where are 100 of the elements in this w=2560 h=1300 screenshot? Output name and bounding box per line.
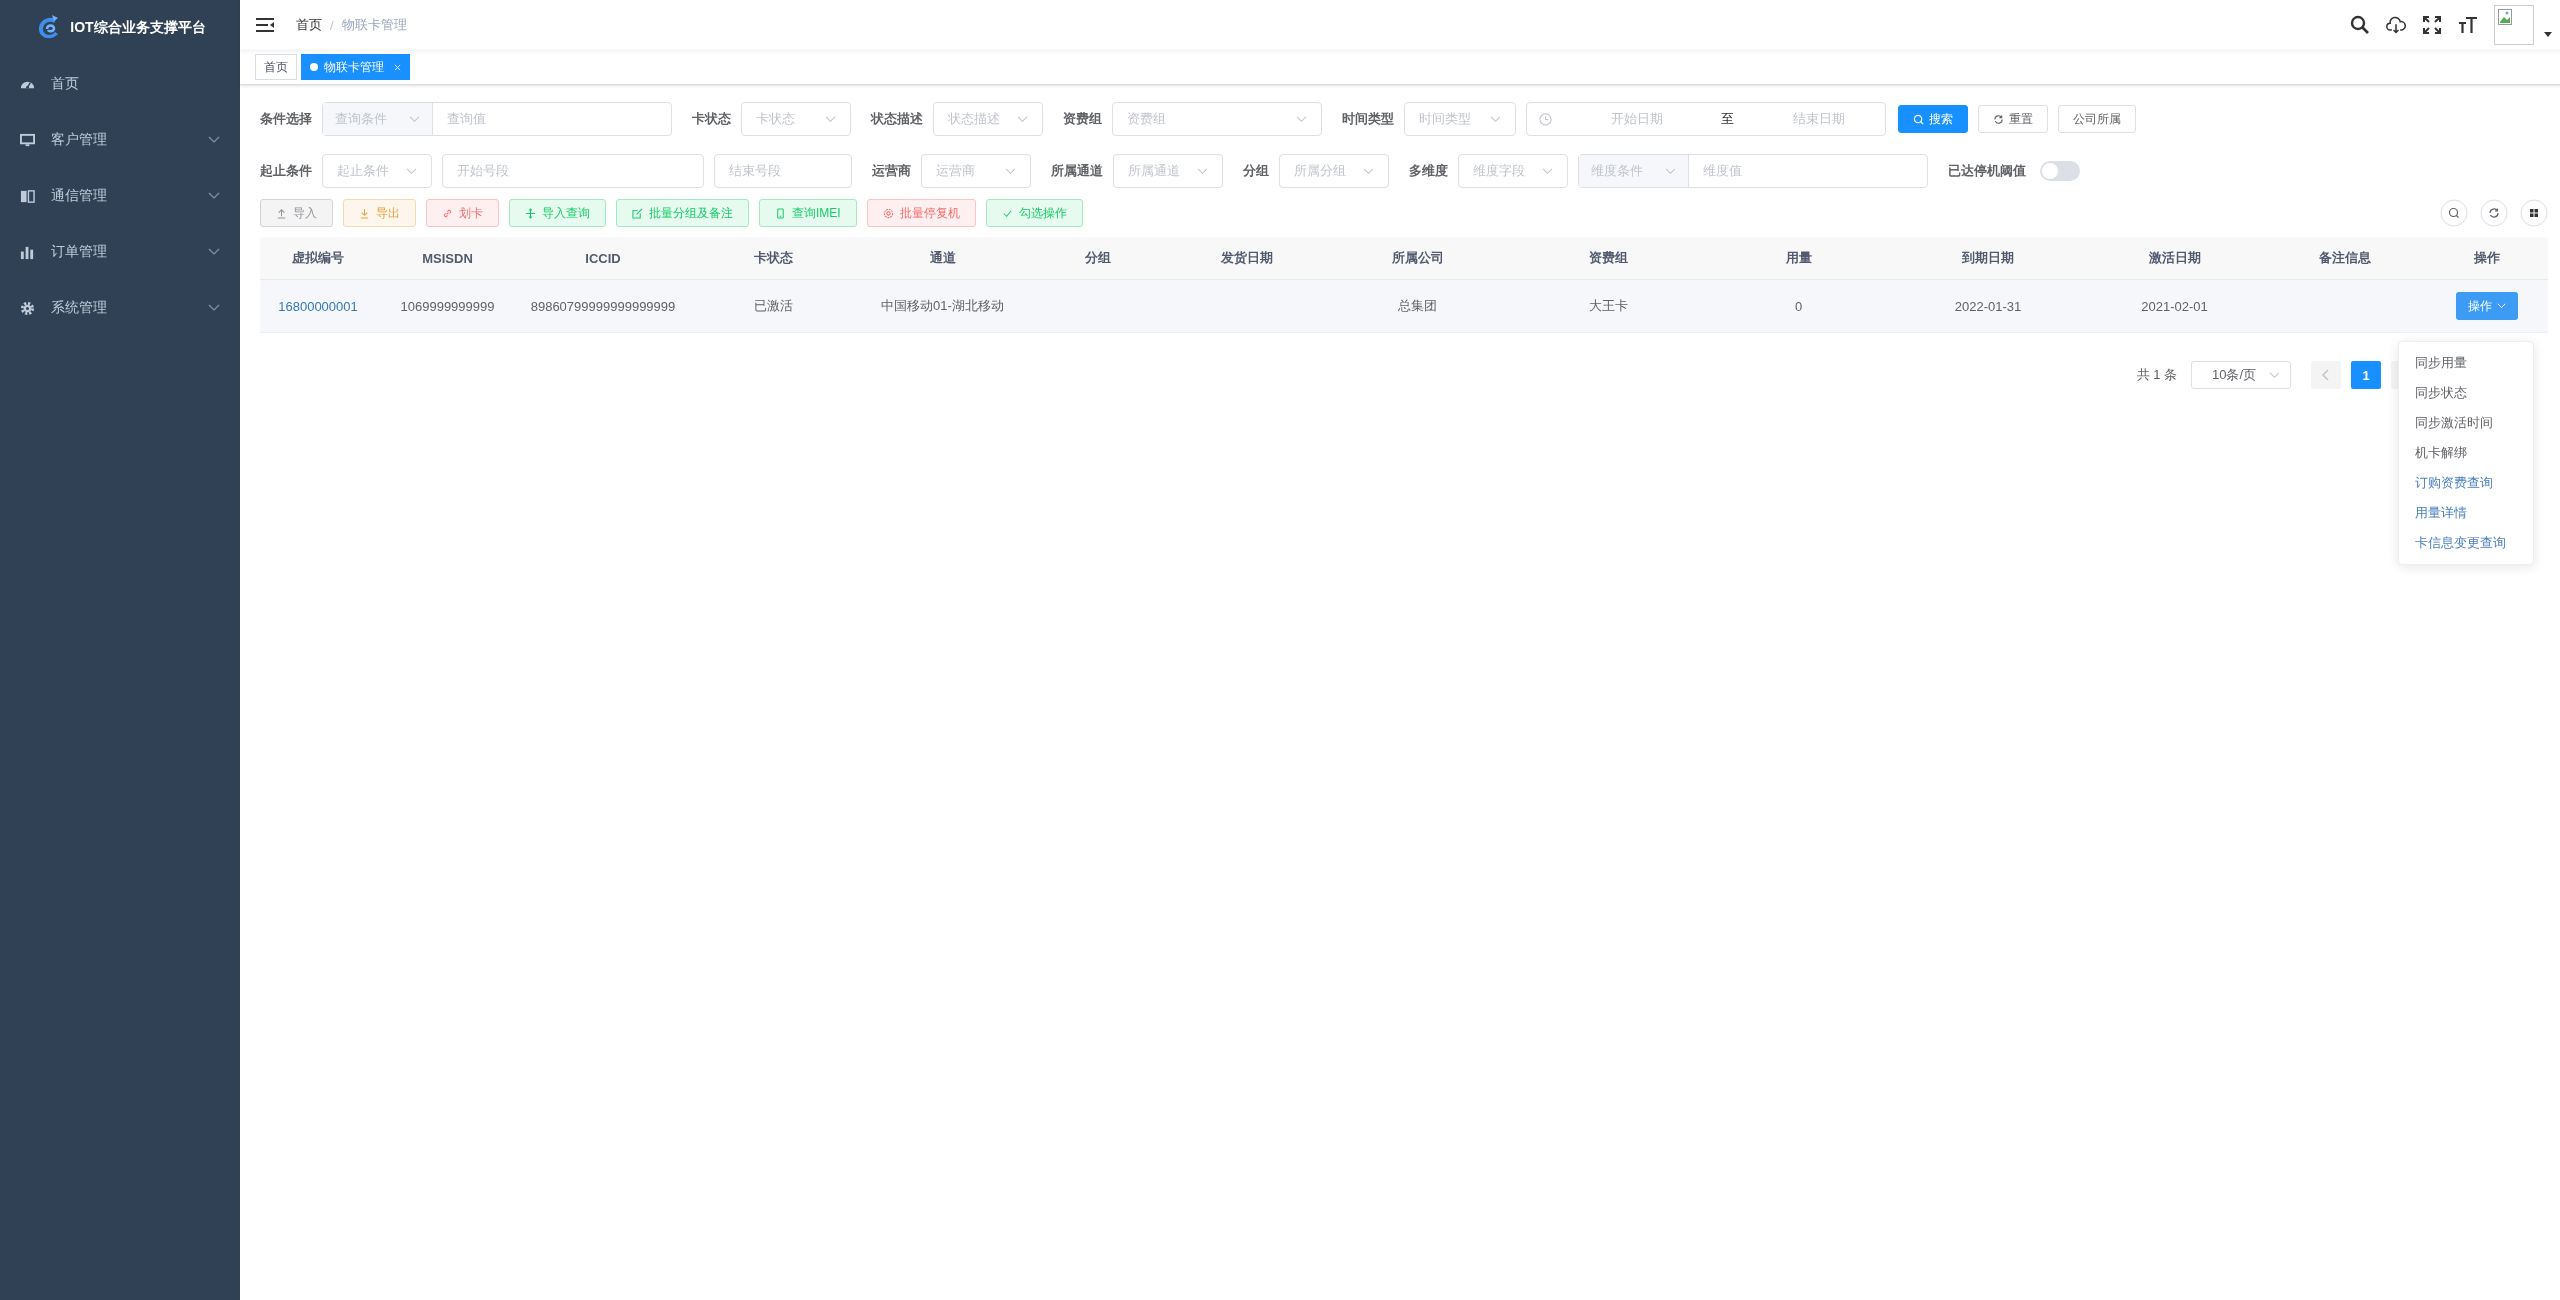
breadcrumb-separator: /	[330, 17, 334, 33]
operation-button[interactable]: 操作	[2456, 292, 2518, 320]
table-cell: 中国移动01-湖北移动	[881, 297, 1004, 315]
monitor-icon	[20, 132, 35, 148]
grid-icon[interactable]	[2520, 199, 2548, 227]
table-cell: 已激活	[754, 297, 793, 315]
filter-label: 运营商	[872, 162, 911, 180]
table-cell: 0	[1794, 298, 1803, 314]
chevron-down-icon	[2269, 371, 2280, 379]
search-icon[interactable]	[2350, 15, 2370, 35]
filter-label: 已达停机阈值	[1948, 162, 2026, 180]
filter-label: 卡状态	[692, 110, 731, 128]
refresh-icon[interactable]	[2480, 199, 2508, 227]
menu-icon[interactable]	[256, 18, 274, 32]
action-button[interactable]: 导入查询	[509, 199, 606, 227]
chevron-down-icon	[1296, 115, 1307, 123]
select-field[interactable]: 起止条件	[322, 154, 432, 188]
filter-label: 条件选择	[260, 110, 312, 128]
column-header: 虚拟编号	[292, 249, 344, 267]
chevron-down-icon	[2497, 303, 2506, 309]
action-button[interactable]: 导入	[260, 199, 333, 227]
phone-icon	[775, 207, 786, 219]
column-header: 通道	[929, 249, 956, 267]
table-cell: 1069999999999	[400, 298, 495, 314]
chevron-down-icon	[1017, 115, 1028, 123]
table-cell: 89860799999999999999	[530, 298, 676, 314]
sidebar-item[interactable]: 系统管理	[0, 280, 240, 336]
menu-item[interactable]: 机卡解绑	[2399, 438, 2533, 468]
clock-icon	[1539, 112, 1552, 126]
table-cell: 总集团	[1398, 297, 1437, 315]
action-button[interactable]: 划卡	[426, 199, 499, 227]
table-cell: 2021-02-01	[2141, 298, 2208, 314]
column-header: 操作	[2474, 249, 2500, 267]
page-size-select[interactable]: 10条/页	[2191, 361, 2291, 389]
column-header: 资费组	[1589, 249, 1628, 267]
menu-label: 通信管理	[51, 187, 108, 205]
column-header: 激活日期	[2148, 249, 2201, 267]
broken-image-icon	[2498, 9, 2512, 25]
chevron-down-icon	[1363, 167, 1374, 175]
sidebar-item[interactable]: 订单管理	[0, 224, 240, 280]
input-field[interactable]: 结束号段	[714, 154, 852, 188]
column-header: 备注信息	[2319, 249, 2371, 267]
select-field[interactable]: 时间类型	[1404, 102, 1516, 136]
select-field[interactable]: 状态描述	[933, 102, 1043, 136]
breadcrumb-item[interactable]: 首页	[296, 16, 322, 34]
dot-icon	[310, 63, 318, 71]
menu-label: 客户管理	[51, 131, 108, 149]
number-link[interactable]: 16800000001	[278, 298, 358, 314]
input-field[interactable]: 开始号段	[442, 154, 704, 188]
menu-item[interactable]: 同步激活时间	[2399, 408, 2533, 438]
reset-button[interactable]: 重置	[1978, 105, 2048, 133]
chevron-down-icon	[825, 115, 836, 123]
page-tab[interactable]: 首页	[255, 54, 297, 80]
menu-item[interactable]: 用量详情	[2399, 498, 2533, 528]
filter-label: 多维度	[1409, 162, 1448, 180]
menu-item[interactable]: 同步用量	[2399, 348, 2533, 378]
action-button[interactable]: 批量分组及备注	[616, 199, 749, 227]
page-tab[interactable]: 物联卡管理	[301, 54, 410, 80]
table-cell: 2022-01-31	[1954, 298, 2022, 314]
filter-button[interactable]: 公司所属	[2058, 105, 2136, 133]
chevron-down-icon	[1490, 115, 1501, 123]
date-range-field[interactable]: 开始日期 至 结束日期	[1526, 102, 1886, 136]
fullscreen-icon[interactable]	[2422, 15, 2442, 35]
menu-item[interactable]: 订购资费查询	[2399, 468, 2533, 498]
sidebar-item[interactable]: 通信管理	[0, 168, 240, 224]
book-icon	[20, 188, 35, 204]
toggle-switch[interactable]	[2040, 161, 2080, 181]
sidebar-item[interactable]: 客户管理	[0, 112, 240, 168]
select-field[interactable]: 维度字段	[1458, 154, 1568, 188]
action-button[interactable]: 批量停复机	[866, 199, 976, 227]
search-button[interactable]: 搜索	[1898, 105, 1968, 133]
filter-label: 状态描述	[871, 110, 923, 128]
sidebar-item[interactable]: 首页	[0, 56, 240, 112]
gear-icon	[882, 207, 894, 219]
select-field[interactable]: 卡状态	[741, 102, 851, 136]
chevron-down-icon	[1197, 167, 1208, 175]
upload-icon	[276, 207, 287, 219]
refresh-icon	[1993, 113, 2004, 125]
avatar[interactable]	[2494, 5, 2534, 45]
move-icon	[525, 207, 536, 219]
caret-icon[interactable]	[2544, 31, 2552, 37]
action-button[interactable]: 导出	[343, 199, 416, 227]
column-header: 用量	[1785, 249, 1812, 267]
link-icon	[442, 207, 453, 219]
select-field[interactable]: 运营商	[921, 154, 1031, 188]
table-cell: 大王卡	[1589, 297, 1628, 315]
chevron-down-icon	[1005, 167, 1016, 175]
menu-item[interactable]: 同步状态	[2399, 378, 2533, 408]
filter-label: 时间类型	[1342, 110, 1394, 128]
column-header: 到期日期	[1962, 249, 2014, 267]
filter-label: 资费组	[1063, 110, 1102, 128]
filter-label: 起止条件	[260, 162, 312, 180]
font-size-icon[interactable]	[2458, 15, 2478, 35]
menu-item[interactable]: 卡信息变更查询	[2399, 528, 2533, 558]
close-icon[interactable]	[394, 63, 401, 71]
cloud-download-icon[interactable]	[2386, 15, 2406, 35]
page-number[interactable]: 1	[2351, 361, 2381, 389]
select-field[interactable]: 资费组	[1112, 102, 1322, 136]
action-button[interactable]: 查询IMEI	[759, 199, 857, 227]
action-button[interactable]: 勾选操作	[985, 199, 1083, 227]
